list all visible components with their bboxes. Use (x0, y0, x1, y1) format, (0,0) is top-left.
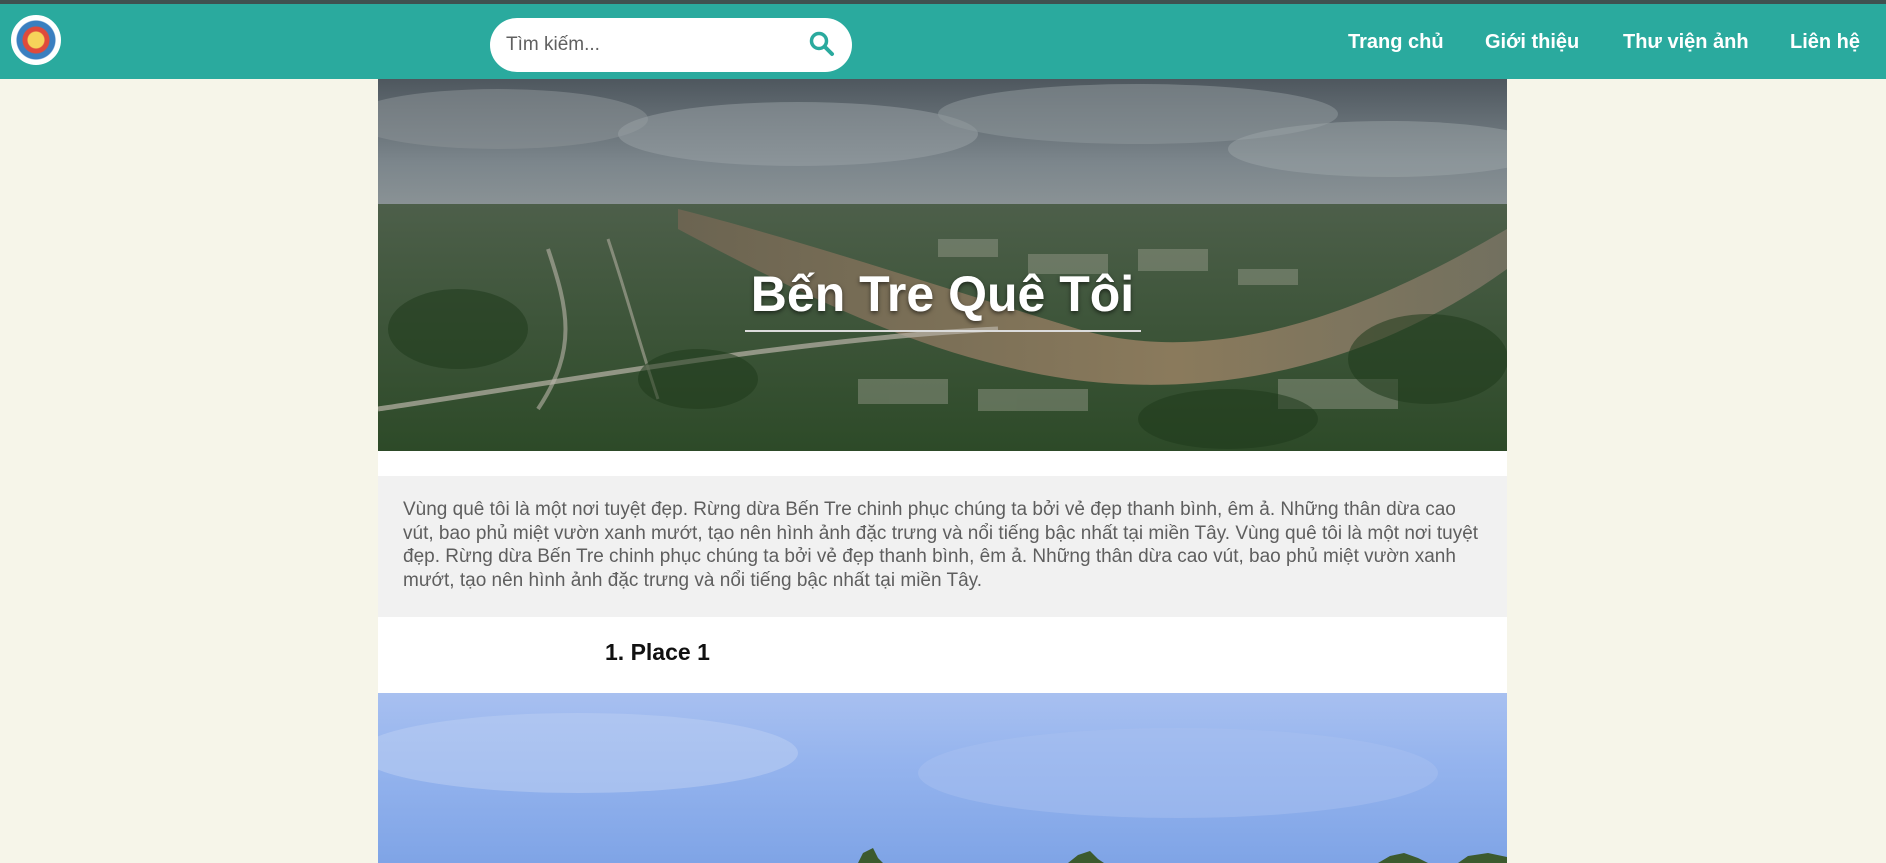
hero-banner: Bến Tre Quê Tôi (378, 79, 1507, 451)
nav-contact[interactable]: Liên hệ (1790, 31, 1860, 57)
top-navbar: Trang chủ Giới thiệu Thư viện ảnh Liên h… (0, 0, 1886, 79)
place-heading: 1. Place 1 (605, 639, 710, 665)
intro-paragraph: Vùng quê tôi là một nơi tuyệt đẹp. Rừng … (378, 476, 1507, 617)
hero-title: Bến Tre Quê Tôi (750, 266, 1135, 322)
main-content: Bến Tre Quê Tôi Vùng quê tôi là một nơi … (378, 79, 1507, 863)
site-logo[interactable] (11, 15, 61, 65)
hero-title-underline (745, 330, 1141, 332)
nav-home[interactable]: Trang chủ (1348, 31, 1444, 57)
search-icon[interactable] (808, 30, 836, 58)
place-image (378, 693, 1507, 863)
search-box (490, 18, 852, 72)
place-photo (378, 713, 1507, 863)
nav-about[interactable]: Giới thiệu (1485, 31, 1579, 57)
search-input[interactable] (506, 30, 796, 60)
nav-gallery[interactable]: Thư viện ảnh (1623, 31, 1749, 57)
